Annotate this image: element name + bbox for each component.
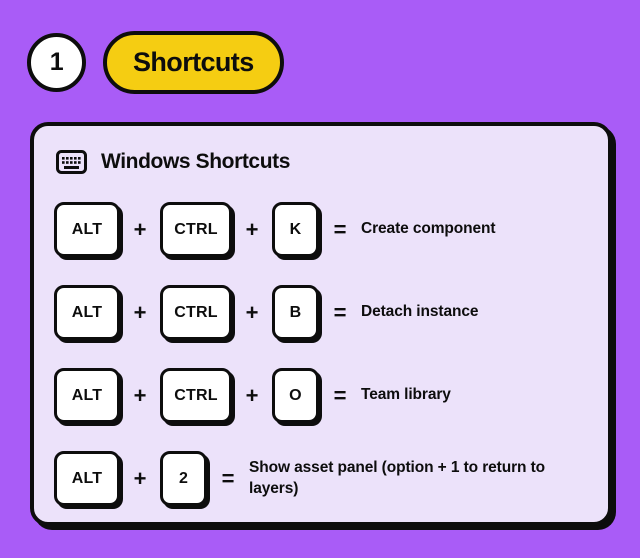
keyboard-icon: [56, 150, 87, 174]
card-title: Windows Shortcuts: [101, 150, 291, 173]
plus-operator: +: [133, 382, 147, 408]
key-cap[interactable]: ALT: [54, 368, 120, 423]
shortcut-row: ALT + 2 = Show asset panel (option + 1 t…: [54, 437, 608, 520]
shortcut-description: Show asset panel (option + 1 to return t…: [249, 458, 546, 497]
key-cap[interactable]: K: [272, 202, 319, 257]
equals-operator: =: [333, 382, 347, 408]
shortcut-row: ALT + CTRL + O = Team library: [54, 354, 608, 437]
plus-operator: +: [133, 465, 147, 491]
key-cap[interactable]: ALT: [54, 451, 120, 506]
key-cap[interactable]: O: [272, 368, 319, 423]
shortcut-rows: ALT + CTRL + K = Create component ALT + …: [34, 174, 608, 520]
key-cap[interactable]: ALT: [54, 202, 120, 257]
plus-operator: +: [245, 382, 259, 408]
shortcut-row: ALT + CTRL + B = Detach instance: [54, 271, 608, 354]
section-title-pill: Shortcuts: [103, 31, 284, 94]
plus-operator: +: [133, 299, 147, 325]
key-cap[interactable]: CTRL: [160, 368, 232, 423]
equals-operator: =: [221, 465, 235, 491]
plus-operator: +: [245, 299, 259, 325]
step-number-badge: 1: [27, 33, 86, 92]
equals-operator: =: [333, 216, 347, 242]
key-cap[interactable]: CTRL: [160, 285, 232, 340]
key-cap[interactable]: B: [272, 285, 319, 340]
shortcut-description: Detach instance: [361, 303, 479, 321]
plus-operator: +: [245, 216, 259, 242]
shortcut-description: Team library: [361, 386, 451, 404]
equals-operator: =: [333, 299, 347, 325]
key-cap[interactable]: 2: [160, 451, 207, 506]
key-cap[interactable]: ALT: [54, 285, 120, 340]
key-cap[interactable]: CTRL: [160, 202, 232, 257]
shortcut-description: Create component: [361, 220, 496, 238]
plus-operator: +: [133, 216, 147, 242]
card-header: Windows Shortcuts: [34, 126, 608, 174]
header: 1 Shortcuts: [27, 31, 284, 94]
shortcuts-card: Windows Shortcuts ALT + CTRL + K = Creat…: [30, 122, 612, 526]
shortcut-row: ALT + CTRL + K = Create component: [54, 188, 608, 271]
